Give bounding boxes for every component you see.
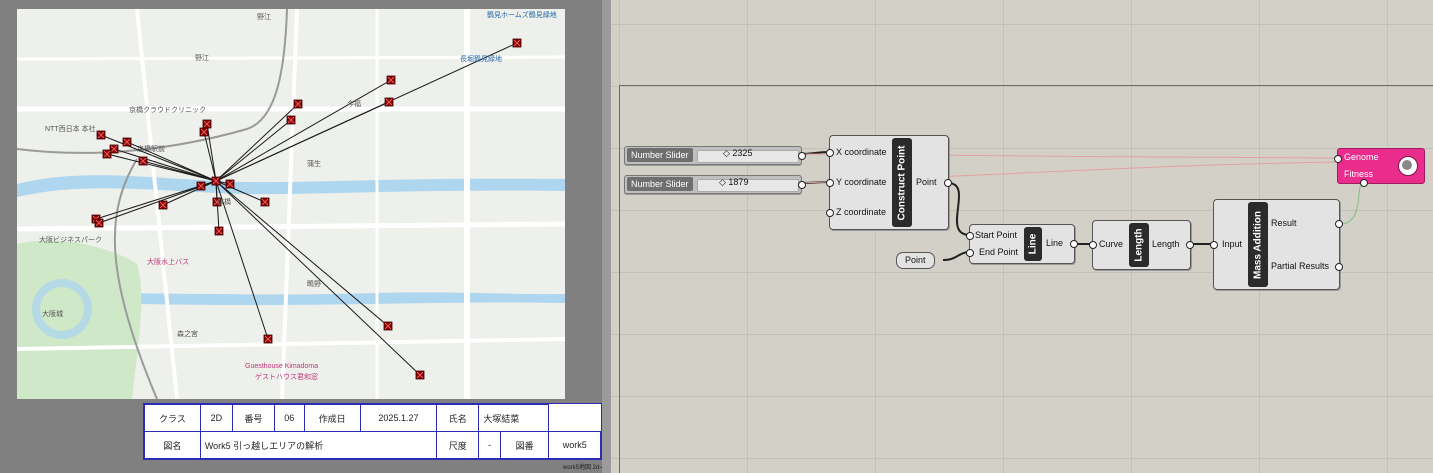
component-title: Construct Point bbox=[896, 145, 908, 220]
slider-value[interactable]: ◇ 1879 bbox=[719, 177, 748, 188]
input-port[interactable] bbox=[826, 209, 834, 217]
input-port[interactable] bbox=[1210, 241, 1218, 249]
fitness-input[interactable]: Fitness bbox=[1344, 169, 1373, 179]
wire bbox=[1339, 181, 1364, 225]
construct-point-component[interactable]: X coordinate Y coordinate Z coordinate C… bbox=[826, 135, 952, 230]
genome-input[interactable]: Genome bbox=[1344, 152, 1379, 162]
input-port[interactable] bbox=[966, 232, 974, 240]
point-parameter[interactable]: Point bbox=[896, 252, 935, 269]
input-port[interactable] bbox=[1089, 241, 1097, 249]
component-title: Length bbox=[1133, 228, 1145, 262]
x-coordinate-input[interactable]: X coordinate bbox=[836, 147, 887, 157]
start-point-input[interactable]: Start Point bbox=[975, 230, 1017, 240]
input-port[interactable] bbox=[966, 249, 974, 257]
wire bbox=[947, 182, 971, 236]
mass-addition-component[interactable]: Input Mass Addition Result Partial Resul… bbox=[1210, 199, 1343, 290]
output-port[interactable] bbox=[1335, 263, 1343, 271]
galapagos-icon bbox=[1398, 156, 1418, 176]
output-port[interactable] bbox=[798, 181, 806, 189]
slider-name: Number Slider bbox=[627, 177, 693, 191]
z-coordinate-input[interactable]: Z coordinate bbox=[836, 207, 886, 217]
input-port[interactable] bbox=[826, 179, 834, 187]
output-port[interactable] bbox=[1335, 220, 1343, 228]
output-port[interactable] bbox=[1186, 241, 1194, 249]
line-output[interactable]: Line bbox=[1046, 238, 1063, 248]
output-port[interactable] bbox=[944, 179, 952, 187]
end-point-input[interactable]: End Point bbox=[979, 247, 1018, 257]
partial-results-output[interactable]: Partial Results bbox=[1271, 261, 1329, 271]
output-port[interactable] bbox=[1070, 240, 1078, 248]
input-input[interactable]: Input bbox=[1222, 239, 1242, 249]
component-title: Line bbox=[1027, 233, 1039, 255]
component-core[interactable]: Line bbox=[1024, 227, 1042, 261]
fitness-input-port[interactable] bbox=[1360, 179, 1368, 187]
output-port[interactable] bbox=[798, 152, 806, 160]
input-port[interactable] bbox=[826, 149, 834, 157]
component-core[interactable]: Mass Addition bbox=[1248, 202, 1268, 287]
number-slider-2[interactable]: Number Slider ◇ 1879 bbox=[624, 175, 806, 194]
slider-name: Number Slider bbox=[627, 148, 693, 162]
genome-input-port[interactable] bbox=[1334, 155, 1342, 163]
y-coordinate-input[interactable]: Y coordinate bbox=[836, 177, 886, 187]
component-title: Mass Addition bbox=[1252, 210, 1264, 279]
component-core[interactable]: Construct Point bbox=[892, 138, 912, 227]
galapagos-component[interactable]: Genome Fitness bbox=[1334, 148, 1425, 187]
length-output[interactable]: Length bbox=[1152, 239, 1180, 249]
point-output[interactable]: Point bbox=[916, 177, 937, 187]
result-output[interactable]: Result bbox=[1271, 218, 1297, 228]
line-component[interactable]: Start Point End Point Line Line bbox=[966, 224, 1078, 264]
component-core[interactable]: Length bbox=[1129, 223, 1149, 267]
slider-value[interactable]: ◇ 2325 bbox=[723, 148, 752, 159]
number-slider-1[interactable]: Number Slider ◇ 2325 bbox=[624, 146, 806, 165]
length-component[interactable]: Curve Length Length bbox=[1089, 220, 1194, 270]
curve-input[interactable]: Curve bbox=[1099, 239, 1123, 249]
